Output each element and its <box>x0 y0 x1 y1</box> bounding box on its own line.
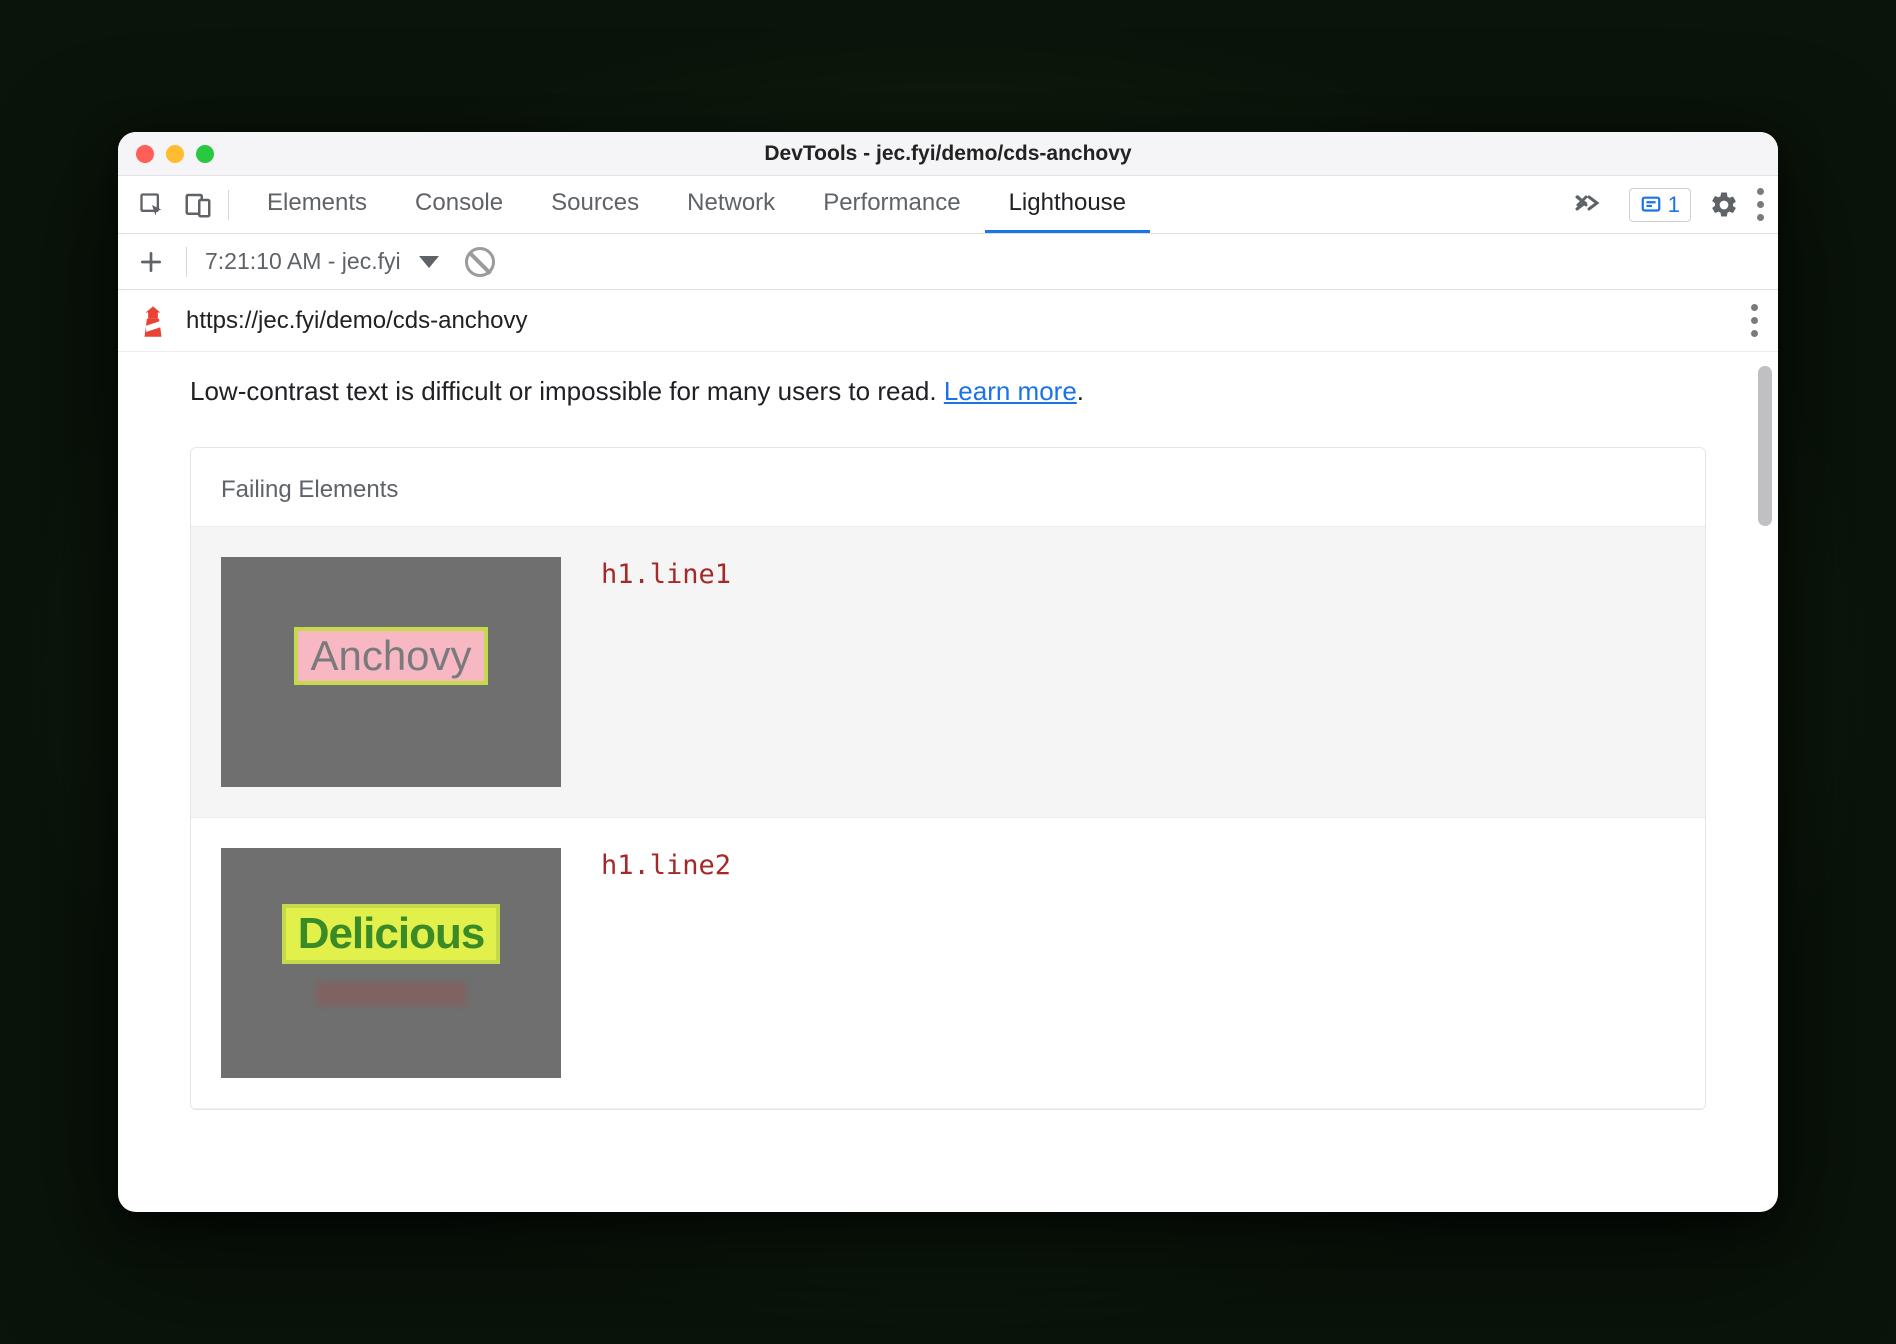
report-url-row: https://jec.fyi/demo/cds-anchovy <box>118 290 1778 352</box>
divider <box>228 190 229 220</box>
panel-tabbar: Elements Console Sources Network Perform… <box>118 176 1778 234</box>
issues-chip[interactable]: 1 <box>1629 188 1691 222</box>
divider <box>186 247 187 277</box>
report-select[interactable]: 7:21:10 AM - jec.fyi <box>205 248 439 275</box>
failing-elements-card: Failing Elements Anchovy h1.line1 Delici… <box>190 447 1706 1110</box>
element-thumbnail: Delicious <box>221 848 561 1078</box>
scrollbar-thumb[interactable] <box>1758 366 1772 526</box>
kebab-menu-icon[interactable] <box>1757 188 1764 221</box>
inspect-element-icon[interactable] <box>132 185 172 225</box>
tab-performance[interactable]: Performance <box>799 176 984 233</box>
more-tabs-icon[interactable] <box>1563 189 1615 220</box>
period: . <box>1077 376 1084 406</box>
lighthouse-toolbar: 7:21:10 AM - jec.fyi <box>118 234 1778 290</box>
traffic-lights <box>136 145 214 163</box>
thumbnail-blur <box>316 982 466 1006</box>
tab-network[interactable]: Network <box>663 176 799 233</box>
report-select-label: 7:21:10 AM - jec.fyi <box>205 248 401 275</box>
window-title: DevTools - jec.fyi/demo/cds-anchovy <box>118 142 1778 166</box>
lighthouse-icon <box>138 304 168 338</box>
issues-count: 1 <box>1668 192 1680 218</box>
device-toolbar-icon[interactable] <box>178 185 218 225</box>
dropdown-caret-icon <box>419 256 439 268</box>
element-selector: h1.line1 <box>601 557 731 590</box>
devtools-window: DevTools - jec.fyi/demo/cds-anchovy Elem… <box>118 132 1778 1212</box>
minimize-window-button[interactable] <box>166 145 184 163</box>
report-content: Low-contrast text is difficult or imposs… <box>118 352 1778 1212</box>
failing-elements-heading: Failing Elements <box>191 448 1705 527</box>
tab-sources[interactable]: Sources <box>527 176 663 233</box>
thumbnail-text: Delicious <box>282 904 501 964</box>
learn-more-link[interactable]: Learn more <box>944 376 1077 406</box>
close-window-button[interactable] <box>136 145 154 163</box>
tab-elements[interactable]: Elements <box>243 176 391 233</box>
zoom-window-button[interactable] <box>196 145 214 163</box>
report-url: https://jec.fyi/demo/cds-anchovy <box>186 307 527 335</box>
report-menu-icon[interactable] <box>1751 304 1758 337</box>
tab-lighthouse[interactable]: Lighthouse <box>985 176 1150 233</box>
titlebar: DevTools - jec.fyi/demo/cds-anchovy <box>118 132 1778 176</box>
clear-all-icon[interactable] <box>465 247 495 277</box>
panel-tabs: Elements Console Sources Network Perform… <box>243 176 1557 233</box>
thumbnail-text: Anchovy <box>294 627 487 685</box>
failing-element-row[interactable]: Delicious h1.line2 <box>191 818 1705 1109</box>
failing-element-row[interactable]: Anchovy h1.line1 <box>191 527 1705 818</box>
element-thumbnail: Anchovy <box>221 557 561 787</box>
new-report-button[interactable] <box>134 245 168 279</box>
element-selector: h1.line2 <box>601 848 731 881</box>
audit-description-text: Low-contrast text is difficult or imposs… <box>190 376 944 406</box>
audit-description: Low-contrast text is difficult or imposs… <box>190 376 1706 407</box>
settings-icon[interactable] <box>1709 190 1739 220</box>
tab-console[interactable]: Console <box>391 176 527 233</box>
